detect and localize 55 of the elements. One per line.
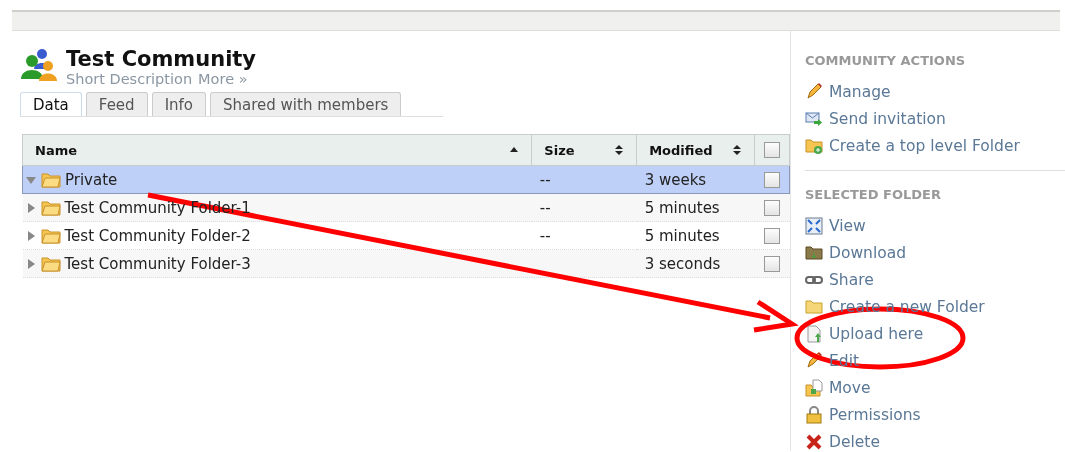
pencil-icon	[805, 82, 823, 101]
expand-icon	[805, 216, 823, 235]
column-header[interactable]: Name	[22, 134, 532, 166]
community-title: Test Community	[66, 47, 257, 71]
action-link[interactable]: Upload here	[805, 320, 1065, 347]
delete-icon	[805, 432, 823, 451]
table-cell[interactable]: Private	[22, 165, 532, 194]
action-link[interactable]: Manage	[805, 78, 1065, 105]
table-cell[interactable]: Test Community Folder-3	[22, 249, 532, 278]
column-header[interactable]: Modified	[636, 134, 755, 166]
action-link[interactable]: Permissions	[805, 401, 1065, 428]
folder-icon	[805, 243, 823, 262]
action-link[interactable]: Download	[805, 239, 1065, 266]
folder-icon	[40, 199, 61, 216]
table-cell: --	[531, 221, 637, 250]
action-link[interactable]: Create a top level Folder	[805, 132, 1065, 159]
tab[interactable]: Info	[151, 92, 206, 116]
sort-icon[interactable]	[614, 144, 625, 156]
select-all-checkbox[interactable]	[764, 142, 780, 159]
move-icon	[805, 378, 823, 397]
column-header[interactable]: Size	[531, 134, 637, 166]
row-checkbox[interactable]	[764, 256, 780, 272]
table-cell[interactable]: Test Community Folder-2	[22, 221, 532, 250]
more-link[interactable]: More »	[198, 71, 248, 87]
action-link[interactable]: Delete	[805, 428, 1065, 452]
action-link[interactable]: Move	[805, 374, 1065, 401]
table-cell: 5 minutes	[636, 221, 755, 250]
row-checkbox[interactable]	[763, 172, 780, 188]
upload-icon	[805, 324, 823, 343]
community-icon	[20, 47, 58, 83]
folder-icon	[805, 297, 823, 316]
row-checkbox[interactable]	[764, 200, 780, 216]
envelope-icon	[805, 109, 823, 128]
section-heading: COMMUNITY ACTIONS	[805, 53, 967, 68]
folder-icon	[41, 171, 61, 188]
sort-icon[interactable]	[732, 144, 743, 156]
table-cell: 5 minutes	[636, 193, 755, 222]
action-link[interactable]: View	[805, 212, 1065, 239]
folder-plus-icon	[805, 136, 823, 155]
lock-icon	[805, 405, 823, 424]
row-checkbox[interactable]	[764, 228, 780, 244]
tab[interactable]: Feed	[85, 92, 148, 116]
pencil-icon	[805, 351, 823, 370]
action-link[interactable]: Send invitation	[805, 105, 1065, 132]
table-cell: 3 weeks	[636, 165, 755, 194]
table-cell: --	[531, 165, 637, 194]
tab[interactable]: Data	[20, 92, 82, 116]
action-link[interactable]: Share	[805, 266, 1065, 293]
tab[interactable]: Shared with members	[210, 92, 402, 116]
section-heading: SELECTED FOLDER	[805, 187, 942, 202]
community-description: Short Description	[66, 71, 193, 87]
table-cell: --	[531, 193, 637, 222]
folder-icon	[40, 255, 61, 272]
table-cell: 3 seconds	[636, 249, 755, 278]
folder-icon	[40, 227, 61, 244]
